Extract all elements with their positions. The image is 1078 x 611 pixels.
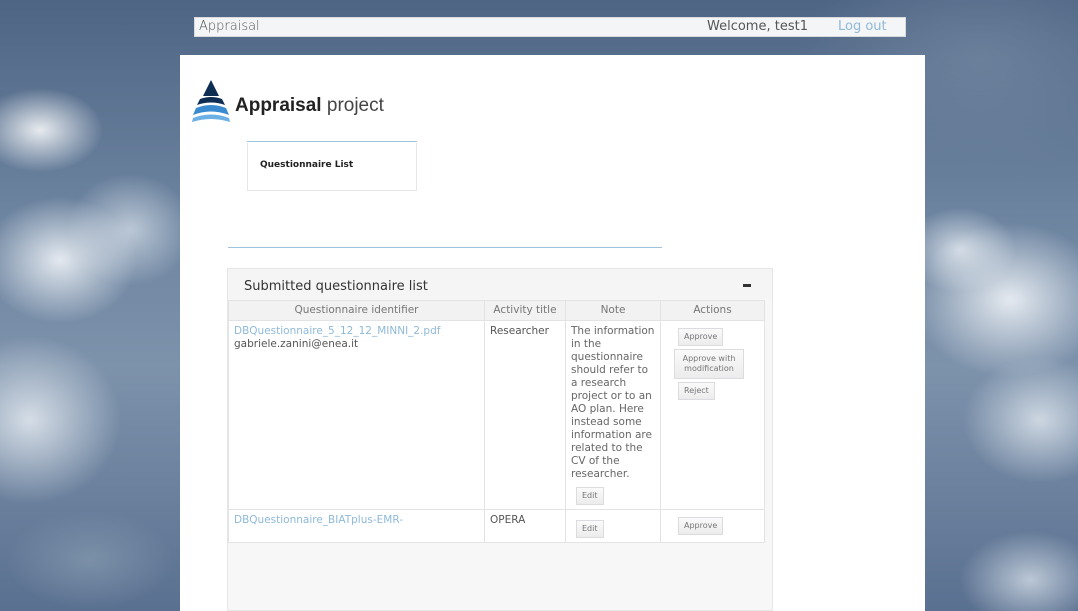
submitter-email: gabriele.zanini@enea.it <box>234 338 359 350</box>
identifier-cell: DBQuestionnaire_5_12_12_MINNI_2.pdf gabr… <box>228 320 485 510</box>
app-title: Appraisal <box>199 19 260 34</box>
questionnaire-file-link[interactable]: DBQuestionnaire_BIATplus-EMR- <box>234 514 479 526</box>
brand-name-light: project <box>326 95 384 116</box>
section-divider <box>228 247 662 248</box>
column-header-actions: Actions <box>660 300 765 321</box>
nav-item-questionnaire-list[interactable]: Questionnaire List <box>260 160 353 170</box>
identifier-cell: DBQuestionnaire_BIATplus-EMR- <box>228 509 485 543</box>
note-text: The information in the questionnaire sho… <box>571 325 655 480</box>
collapse-icon[interactable] <box>742 281 752 290</box>
column-header-activity-title: Activity title <box>484 300 566 321</box>
approve-button[interactable]: Approve <box>678 328 724 346</box>
activity-title-cell: Researcher <box>484 320 566 510</box>
actions-cell: Approve <box>660 509 765 543</box>
list-title: Submitted questionnaire list <box>244 279 428 294</box>
logout-link[interactable]: Log out <box>838 19 887 34</box>
top-bar: Appraisal Welcome, test1 Log out <box>194 17 906 37</box>
brand-name-bold: Appraisal <box>235 95 322 116</box>
note-cell: Edit <box>565 509 661 543</box>
questionnaire-list-panel: Submitted questionnaire list Questionnai… <box>227 268 773 611</box>
activity-title-cell: OPERA <box>484 509 566 543</box>
note-cell: The information in the questionnaire sho… <box>565 320 661 510</box>
welcome-text: Welcome, test1 <box>707 19 808 34</box>
edit-note-button[interactable]: Edit <box>576 520 604 538</box>
approve-with-modification-button[interactable]: Approve with modification <box>674 349 744 379</box>
brand-title: Appraisal project <box>235 95 384 117</box>
activity-title: Researcher <box>490 325 549 337</box>
activity-title: OPERA <box>490 514 526 526</box>
main-panel: Appraisal project Questionnaire List Sub… <box>180 55 925 611</box>
table-row: DBQuestionnaire_BIATplus-EMR- OPERA Edit… <box>228 509 765 543</box>
nav-menu: Questionnaire List <box>247 143 417 191</box>
table-header-row: Questionnaire identifier Activity title … <box>228 300 765 321</box>
questionnaire-file-link[interactable]: DBQuestionnaire_5_12_12_MINNI_2.pdf <box>234 325 440 337</box>
appraisal-logo-icon <box>192 80 230 122</box>
reject-button[interactable]: Reject <box>678 382 715 400</box>
brand-divider <box>247 141 417 142</box>
list-header: Submitted questionnaire list <box>228 269 772 299</box>
edit-note-button[interactable]: Edit <box>576 487 604 505</box>
approve-button[interactable]: Approve <box>678 517 724 535</box>
questionnaire-table: Questionnaire identifier Activity title … <box>228 300 765 543</box>
column-header-identifier: Questionnaire identifier <box>228 300 485 321</box>
actions-cell: Approve Approve with modification Reject <box>660 320 765 510</box>
column-header-note: Note <box>565 300 661 321</box>
table-row: DBQuestionnaire_5_12_12_MINNI_2.pdf gabr… <box>228 320 765 510</box>
